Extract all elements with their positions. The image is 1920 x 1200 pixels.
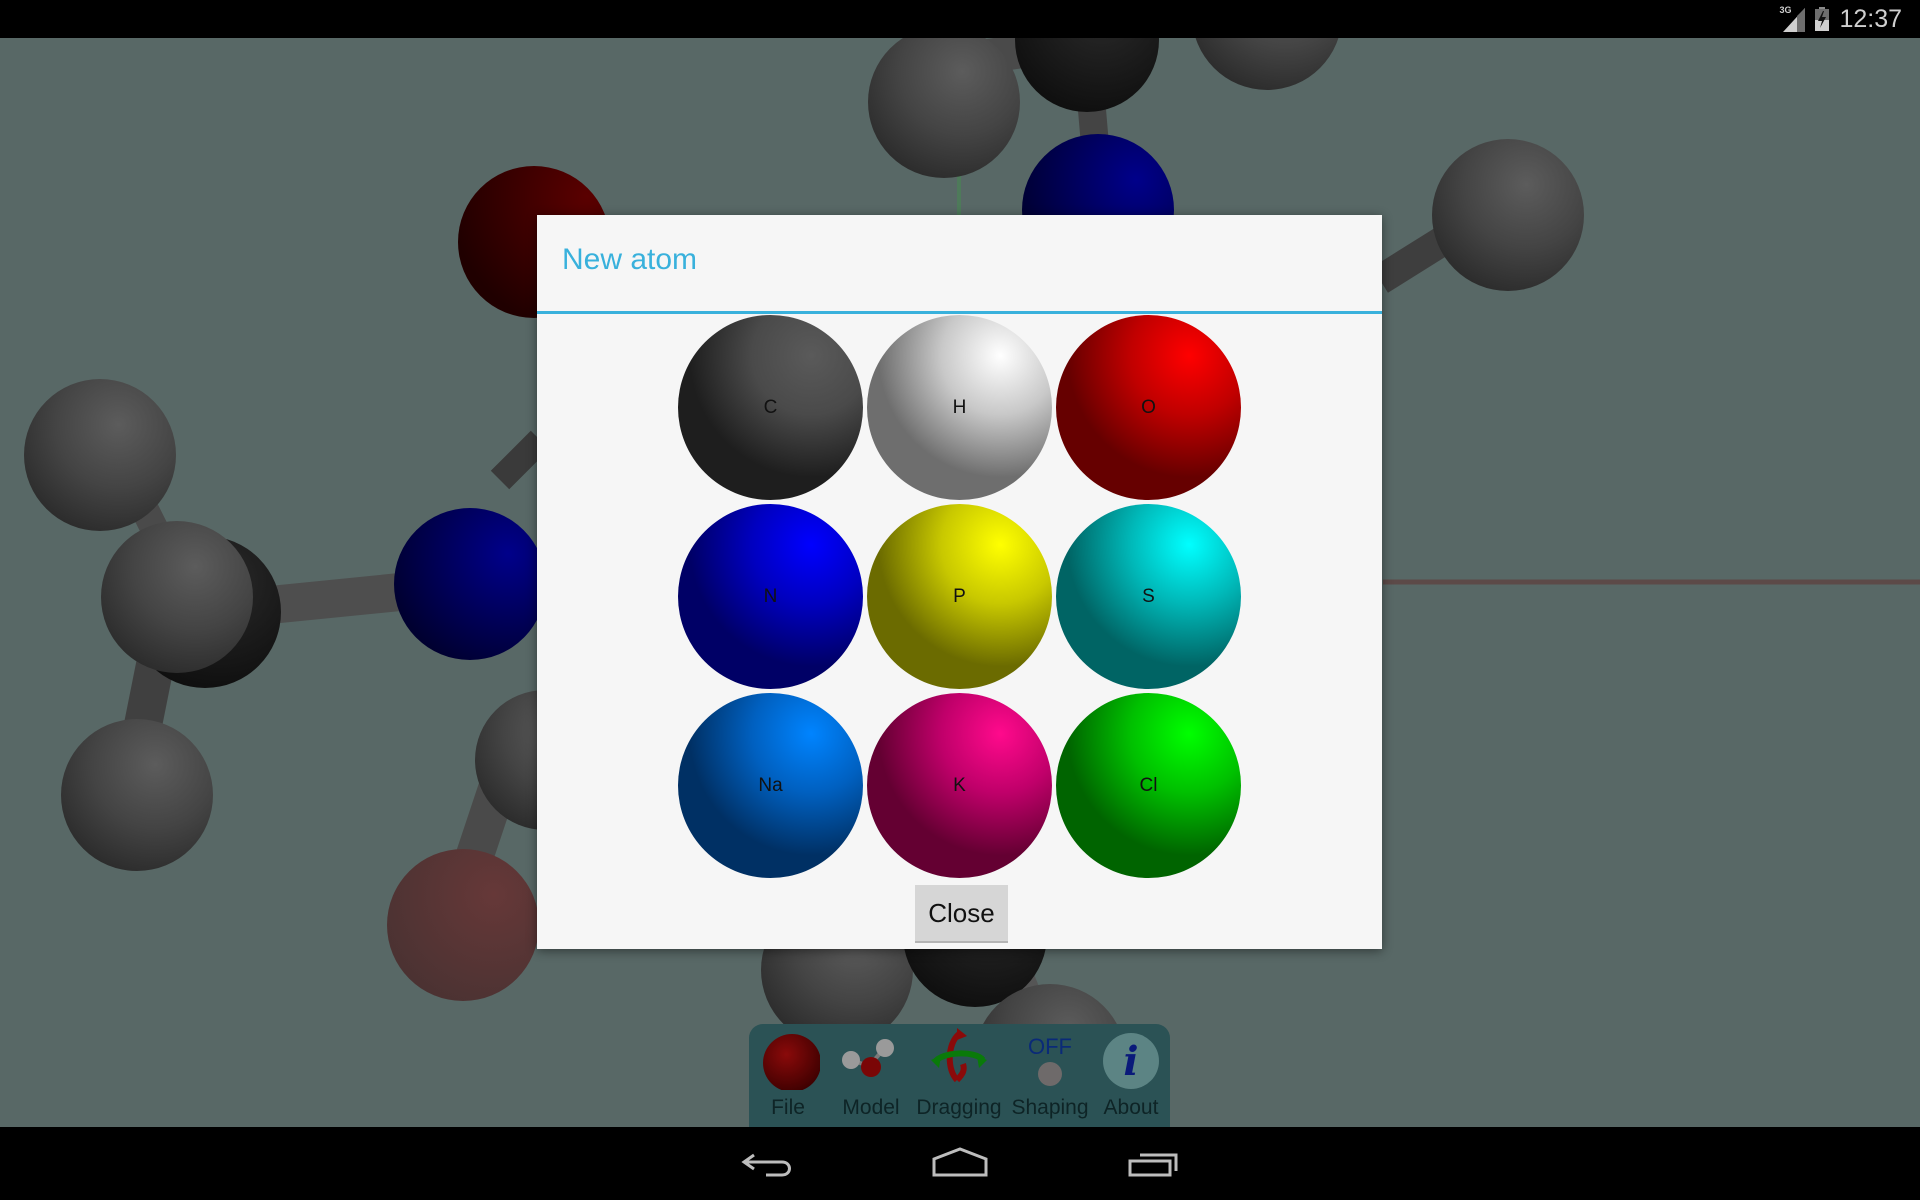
info-glyph: i xyxy=(1123,1037,1139,1085)
atom-button-cl[interactable]: Cl xyxy=(1056,693,1241,878)
home-button[interactable] xyxy=(930,1141,990,1185)
atom-button-s[interactable]: S xyxy=(1056,504,1241,689)
atom-button-na[interactable]: Na xyxy=(678,693,863,878)
atom-label: H xyxy=(952,396,967,418)
toolbar-model-button[interactable]: Model xyxy=(833,1024,909,1127)
molecule-icon xyxy=(839,1024,903,1090)
atom-label: S xyxy=(1142,585,1155,607)
status-bar: 3G 12:37 xyxy=(0,0,1920,38)
rotate-arrows-icon xyxy=(927,1024,991,1090)
atom-button-k[interactable]: K xyxy=(867,693,1052,878)
close-button[interactable]: Close xyxy=(915,885,1008,943)
toolbar-label: File xyxy=(771,1096,805,1119)
atom-label: K xyxy=(953,774,966,796)
title-divider xyxy=(537,311,1382,314)
atom-grid: C H O N P S Na K Cl xyxy=(678,315,1245,882)
toolbar-label: Dragging xyxy=(916,1096,1002,1119)
signal-icon: 3G xyxy=(1779,5,1806,32)
atom-button-p[interactable]: P xyxy=(867,504,1052,689)
red-ball-icon xyxy=(756,1024,820,1090)
dialog-title: New atom xyxy=(562,243,698,276)
atom-button-c[interactable]: C xyxy=(678,315,863,500)
battery-charging-icon xyxy=(1815,7,1830,31)
atom-button-h[interactable]: H xyxy=(867,315,1052,500)
toolbar-file-button[interactable]: File xyxy=(751,1024,825,1127)
bottom-toolbar: File Model Dragging OFF Shaping i About xyxy=(749,1024,1170,1127)
recents-icon xyxy=(1128,1153,1178,1177)
toolbar-about-button[interactable]: i About xyxy=(1094,1024,1168,1127)
toolbar-label: Shaping xyxy=(1011,1096,1089,1119)
info-icon: i xyxy=(1099,1024,1163,1090)
toolbar-label: Model xyxy=(842,1096,900,1119)
atom-button-n[interactable]: N xyxy=(678,504,863,689)
network-type: 3G xyxy=(1779,5,1792,15)
atom-label: N xyxy=(763,585,778,607)
atom-label: C xyxy=(763,396,778,418)
new-atom-dialog: New atom C H O N P S Na K Cl Close xyxy=(537,215,1382,949)
home-icon xyxy=(932,1147,988,1177)
back-button[interactable] xyxy=(740,1141,800,1185)
recents-button[interactable] xyxy=(1126,1141,1186,1185)
atom-label: P xyxy=(953,585,966,607)
atom-label: Na xyxy=(758,774,783,796)
toggle-state: OFF xyxy=(1028,1034,1072,1059)
atom-label: Cl xyxy=(1139,774,1158,796)
atom-label: O xyxy=(1141,396,1156,418)
toolbar-label: About xyxy=(1103,1096,1159,1119)
navigation-bar xyxy=(0,1127,1920,1200)
back-icon xyxy=(741,1153,791,1177)
toolbar-shaping-toggle[interactable]: OFF Shaping xyxy=(1009,1024,1091,1127)
atom-button-o[interactable]: O xyxy=(1056,315,1241,500)
toolbar-dragging-button[interactable]: Dragging xyxy=(916,1024,1002,1127)
toggle-off-icon: OFF xyxy=(1018,1024,1082,1090)
clock: 12:37 xyxy=(1839,4,1902,33)
